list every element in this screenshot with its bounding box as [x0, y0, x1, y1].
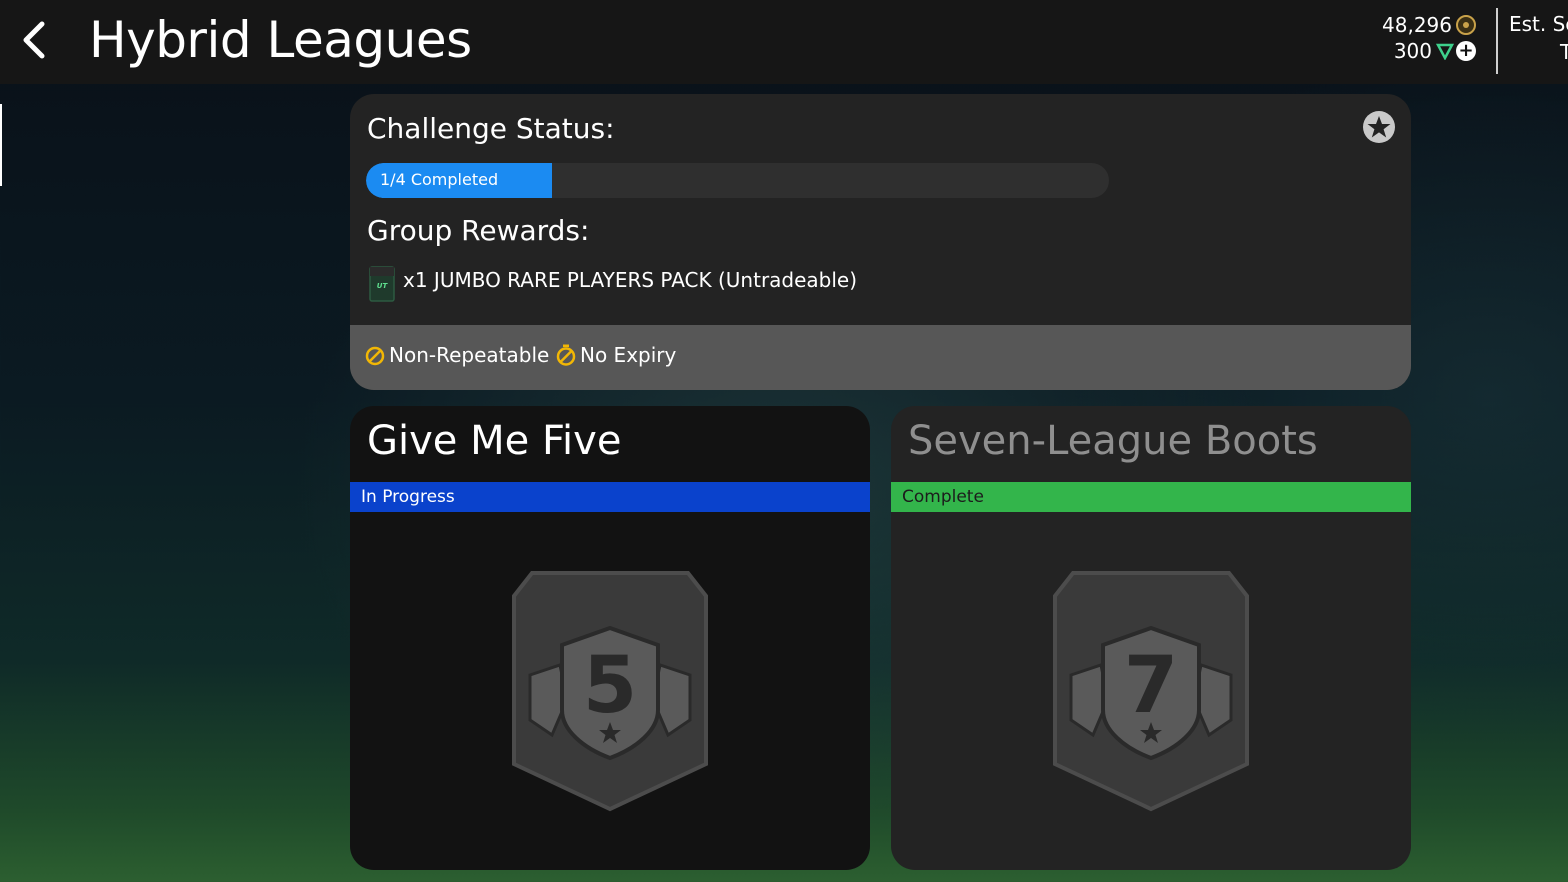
coins-row: 48,296 [1336, 12, 1476, 38]
status-footer: Non-Repeatable No Expiry [350, 325, 1411, 390]
top-bar: Hybrid Leagues 48,296 300 + Est. Se T [0, 0, 1568, 84]
badge-number: 7 [1124, 641, 1178, 731]
reward-item-label: x1 JUMBO RARE PLAYERS PACK (Untradeable) [403, 268, 858, 292]
coins-value: 48,296 [1382, 13, 1452, 37]
points-icon [1436, 43, 1454, 60]
points-row: 300 + [1336, 38, 1476, 64]
non-repeatable-label: Non-Repeatable [389, 343, 550, 367]
challenge-status-badge: In Progress [350, 482, 870, 512]
pack-badge-text: UT [377, 282, 389, 290]
challenge-status-card: Challenge Status: 1/4 Completed Group Re… [350, 94, 1411, 390]
badge-number: 5 [583, 641, 637, 731]
points-value: 300 [1393, 39, 1432, 63]
progress-label: 1/4 Completed [380, 170, 499, 189]
repeat-icon [365, 346, 385, 366]
challenge-title: Give Me Five [367, 418, 622, 464]
challenge-status-heading: Challenge Status: [367, 112, 615, 145]
shield-badge-icon: 7 [1053, 571, 1249, 812]
challenge-status-badge: Complete [891, 482, 1411, 512]
challenge-card-give-me-five[interactable]: Give Me Five In Progress 5 [350, 406, 870, 870]
challenge-title: Seven-League Boots [908, 418, 1318, 464]
est-sub-label: T [1560, 40, 1568, 64]
page-title: Hybrid Leagues [89, 11, 472, 69]
side-indicator [0, 104, 2, 186]
progress-bar: 1/4 Completed [366, 163, 1109, 198]
pack-icon: UT [369, 266, 395, 302]
header-divider [1496, 8, 1498, 74]
add-points-button[interactable]: + [1456, 41, 1476, 61]
group-rewards-heading: Group Rewards: [367, 214, 590, 247]
back-button[interactable] [14, 18, 58, 62]
timer-icon [556, 344, 576, 366]
est-label: Est. Se [1509, 12, 1568, 36]
shield-badge-icon: 5 [512, 571, 708, 812]
challenge-card-seven-league-boots[interactable]: Seven-League Boots Complete 7 [891, 406, 1411, 870]
favorite-button[interactable] [1363, 111, 1395, 143]
currency-display: 48,296 300 + [1336, 12, 1476, 64]
no-expiry-label: No Expiry [580, 343, 677, 367]
non-repeatable-tag: Non-Repeatable [365, 343, 549, 367]
coin-icon [1456, 15, 1476, 35]
back-arrow-icon [23, 21, 45, 59]
star-icon [1367, 116, 1391, 138]
no-expiry-tag: No Expiry [556, 343, 676, 367]
